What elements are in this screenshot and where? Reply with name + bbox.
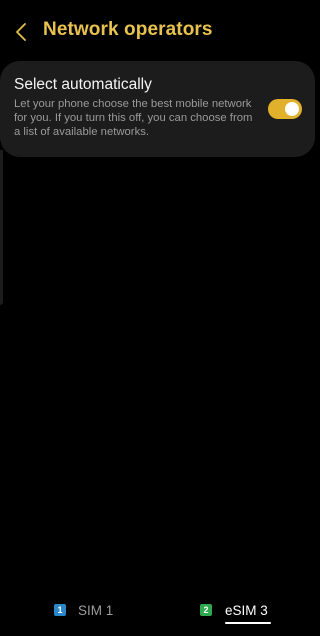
sim-1-badge-icon: 1 — [54, 604, 66, 616]
tab-sim-1-label: SIM 1 — [78, 602, 114, 618]
toggle-thumb — [285, 102, 299, 116]
sim-2-badge-icon: 2 — [200, 604, 212, 616]
selected-tab-indicator — [225, 622, 271, 624]
tab-esim-3-label: eSIM 3 — [225, 602, 268, 618]
sim-tab-bar: 1 SIM 1 2 eSIM 3 — [0, 596, 317, 626]
chevron-left-icon — [16, 23, 26, 41]
scroll-edge-divider — [0, 150, 3, 305]
back-button[interactable] — [8, 18, 34, 46]
setting-description: Let your phone choose the best mobile ne… — [14, 98, 253, 138]
tab-esim-3[interactable]: 2 eSIM 3 — [200, 596, 268, 624]
select-automatically-toggle[interactable] — [268, 99, 302, 119]
tab-sim-1[interactable]: 1 SIM 1 — [54, 596, 113, 624]
setting-title: Select automatically — [14, 76, 152, 93]
select-automatically-setting[interactable]: Select automatically Let your phone choo… — [0, 61, 315, 157]
page-title: Network operators — [43, 19, 213, 40]
app-bar: Network operators — [0, 0, 317, 62]
